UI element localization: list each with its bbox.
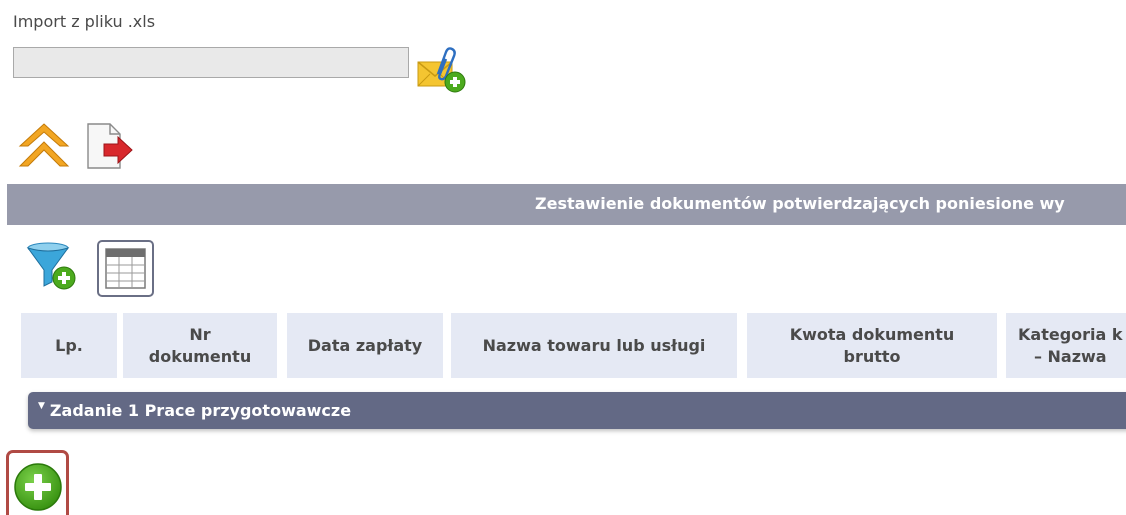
import-file-input[interactable]: [13, 47, 409, 78]
column-header-category[interactable]: Kategoria k – Nazwa: [1006, 313, 1126, 378]
group-row-task-1[interactable]: ▼ Zadanie 1 Prace przygotowawcze: [28, 392, 1126, 429]
column-header-label: Kwota dokumentu brutto: [789, 324, 955, 366]
attach-file-add-icon[interactable]: [416, 44, 468, 94]
filter-add-icon[interactable]: [26, 240, 78, 292]
column-header-label: Data zapłaty: [307, 335, 423, 355]
column-header-document-number[interactable]: Nr dokumentu: [123, 313, 277, 378]
column-header-gross-amount[interactable]: Kwota dokumentu brutto: [747, 313, 997, 378]
double-chevron-up-icon[interactable]: [18, 122, 70, 170]
section-title: Zestawienie dokumentów potwierdzających …: [535, 194, 1065, 213]
collapse-caret-icon: ▼: [38, 400, 45, 411]
column-header-label: Nr dokumentu: [148, 324, 252, 366]
table-columns-button[interactable]: [97, 240, 154, 297]
group-row-label: Zadanie 1 Prace przygotowawcze: [49, 401, 352, 420]
table-columns-icon: [105, 248, 146, 289]
column-header-label: Lp.: [55, 335, 83, 355]
export-document-icon[interactable]: [86, 122, 134, 172]
column-header-payment-date[interactable]: Data zapłaty: [287, 313, 443, 378]
plus-circle-icon: [14, 463, 62, 511]
column-header-item-name[interactable]: Nazwa towaru lub usługi: [451, 313, 737, 378]
import-label: Import z pliku .xls: [13, 12, 156, 31]
add-row-button[interactable]: [13, 462, 63, 512]
column-header-label: Kategoria k – Nazwa: [1018, 324, 1123, 366]
column-header-lp[interactable]: Lp.: [21, 313, 117, 378]
section-header: Zestawienie dokumentów potwierdzających …: [7, 184, 1126, 225]
column-header-label: Nazwa towaru lub usługi: [482, 335, 706, 355]
